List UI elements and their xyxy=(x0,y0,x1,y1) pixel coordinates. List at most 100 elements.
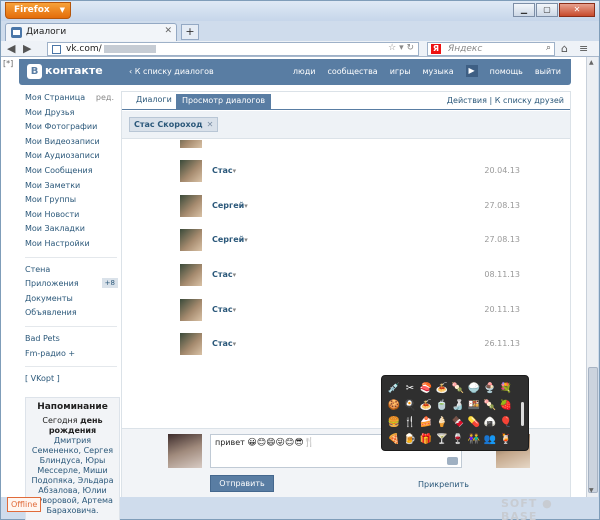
nav-people[interactable]: люди xyxy=(293,67,316,77)
emoji-option[interactable]: 🍹 xyxy=(498,431,514,448)
emoji-option[interactable]: 🍙 xyxy=(482,414,498,431)
list-item[interactable]: Стас▾ 20.11.13 xyxy=(180,299,520,327)
search-field[interactable]: Я Яндекс ⌕ xyxy=(427,42,555,56)
sidebar-item-wall[interactable]: Стена xyxy=(25,265,120,280)
sidebar-item-messages[interactable]: Мои Сообщения xyxy=(25,166,120,181)
emoji-option[interactable]: 🍝 xyxy=(434,380,450,397)
nav-games[interactable]: игры xyxy=(390,67,411,77)
sidebar-item-notes[interactable]: Мои Заметки xyxy=(25,181,120,196)
sidebar-item-ads[interactable]: Объявления xyxy=(25,308,120,323)
bookmark-star-icon[interactable]: ☆ ▾ ↻ xyxy=(388,43,414,53)
emoji-option[interactable]: 🍕 xyxy=(386,431,402,448)
page-scrollbar[interactable]: ▲ ▼ xyxy=(586,57,598,497)
emoji-option[interactable]: 🍰 xyxy=(418,414,434,431)
emoji-option[interactable]: 🎈 xyxy=(498,414,514,431)
scroll-thumb[interactable] xyxy=(588,367,598,493)
emoji-option[interactable]: 🍫 xyxy=(450,414,466,431)
sidebar-item-friends[interactable]: Мои Друзья xyxy=(25,108,120,123)
sidebar-item-news[interactable]: Мои Новости xyxy=(25,210,120,225)
tab-dialogs[interactable]: Диалоги ✕ xyxy=(5,23,177,41)
sidebar-item-vkopt[interactable]: [ VKopt ] xyxy=(25,374,120,389)
emoji-option[interactable]: 🍪 xyxy=(386,397,402,414)
emoji-option[interactable]: 💐 xyxy=(498,380,514,397)
emoji-option[interactable]: 🍡 xyxy=(450,380,466,397)
emoji-option[interactable]: 🍚 xyxy=(466,380,482,397)
home-icon[interactable]: ⌂ xyxy=(561,42,568,55)
emoji-option[interactable]: 🍵 xyxy=(434,397,450,414)
emoji-option[interactable]: 🍸 xyxy=(434,431,450,448)
sidebar-item-bad-pets[interactable]: Bad Pets xyxy=(25,334,120,349)
sidebar-item-apps[interactable]: Приложения +8 xyxy=(25,278,120,294)
friends-list-link[interactable]: К списку друзей xyxy=(495,96,564,105)
emoji-option[interactable]: 👥 xyxy=(482,431,498,448)
camera-icon[interactable] xyxy=(447,457,458,465)
actions-link[interactable]: Действия xyxy=(447,96,487,105)
emoji-option[interactable]: 🍔 xyxy=(386,414,402,431)
avatar[interactable] xyxy=(180,140,202,148)
scroll-down-icon[interactable]: ▼ xyxy=(589,487,594,494)
emoji-option[interactable]: 🍡 xyxy=(482,397,498,414)
scroll-up-icon[interactable]: ▲ xyxy=(589,59,594,66)
sidebar-item-fm-radio[interactable]: Fm-радио + xyxy=(25,349,120,364)
tab-view-dialogs[interactable]: Просмотр диалогов xyxy=(176,94,272,109)
list-item[interactable]: Стас▾ 26.11.13 xyxy=(180,333,520,361)
emoji-option[interactable]: 🍺 xyxy=(402,431,418,448)
list-item[interactable]: Стас▾ 20.04.13 xyxy=(180,160,520,188)
avatar[interactable] xyxy=(180,195,202,217)
list-item[interactable]: Сергей▾ 27.08.13 xyxy=(180,229,520,257)
new-tab-button[interactable]: + xyxy=(181,24,199,40)
sidebar-item-bookmarks[interactable]: Мои Закладки xyxy=(25,224,120,239)
sidebar-item-my-page[interactable]: Моя Страница ред. xyxy=(25,93,120,108)
search-icon[interactable]: ⌕ xyxy=(546,43,551,53)
url-bar[interactable]: vk.com/ ☆ ▾ ↻ xyxy=(47,42,419,56)
list-item[interactable] xyxy=(180,140,520,154)
avatar[interactable] xyxy=(180,264,202,286)
sidebar-item-documents[interactable]: Документы xyxy=(25,294,120,309)
tab-close-icon[interactable]: ✕ xyxy=(164,26,172,36)
emoji-option[interactable]: 🍝 xyxy=(418,397,434,414)
emoji-option[interactable]: ✂ xyxy=(402,380,418,397)
forward-arrow-icon[interactable]: ▶ xyxy=(23,42,31,55)
tab-dialogs[interactable]: Диалоги xyxy=(136,95,172,104)
sidebar-item-settings[interactable]: Мои Настройки xyxy=(25,239,120,254)
avatar[interactable] xyxy=(180,160,202,182)
recipient-chip[interactable]: Стас Скороход ✕ xyxy=(129,117,219,132)
nav-communities[interactable]: сообщества xyxy=(327,67,377,77)
avatar[interactable] xyxy=(180,229,202,251)
minimize-button[interactable]: ▁ xyxy=(513,3,535,17)
picker-scrollbar[interactable] xyxy=(521,402,524,426)
nav-music[interactable]: музыка xyxy=(423,67,454,77)
list-item[interactable]: Стас▾ 08.11.13 xyxy=(180,264,520,292)
emoji-option[interactable]: 🍷 xyxy=(450,431,466,448)
remove-icon[interactable]: ✕ xyxy=(207,120,214,129)
avatar[interactable] xyxy=(180,333,202,355)
emoji-option[interactable]: 🍨 xyxy=(482,380,498,397)
emoji-option[interactable]: 💊 xyxy=(466,414,482,431)
avatar[interactable] xyxy=(180,299,202,321)
attach-link[interactable]: Прикрепить xyxy=(418,480,469,489)
nav-logout[interactable]: выйти xyxy=(535,67,561,77)
emoji-option[interactable]: 🍱 xyxy=(466,397,482,414)
edit-link[interactable]: ред. xyxy=(96,93,114,102)
sidebar-item-groups[interactable]: Мои Группы xyxy=(25,195,120,210)
emoji-option[interactable]: 🍣 xyxy=(418,380,434,397)
avatar[interactable] xyxy=(168,434,202,468)
firefox-menu-button[interactable]: Firefox ▼ xyxy=(5,2,71,19)
sidebar-item-videos[interactable]: Мои Видеозаписи xyxy=(25,137,120,152)
emoji-option[interactable]: 🍦 xyxy=(434,414,450,431)
play-icon[interactable]: ▶ xyxy=(465,65,478,77)
close-button[interactable]: ✕ xyxy=(559,3,595,17)
back-arrow-icon[interactable]: ◀ xyxy=(7,42,15,55)
nav-help[interactable]: помощь xyxy=(490,67,523,77)
sidebar-item-audio[interactable]: Мои Аудиозаписи xyxy=(25,151,120,166)
emoji-option[interactable]: 🍴 xyxy=(402,414,418,431)
emoji-option[interactable]: 🍳 xyxy=(402,397,418,414)
emoji-option[interactable]: 🍶 xyxy=(450,397,466,414)
emoji-option[interactable]: 👫 xyxy=(466,431,482,448)
emoji-option[interactable]: 🍓 xyxy=(498,397,514,414)
birthday-names[interactable]: Дмитрия Семененко, Сергея Блиндуса, Юры … xyxy=(31,436,113,515)
vk-logo[interactable]: Вконтакте xyxy=(27,64,103,79)
send-button[interactable]: Отправить xyxy=(210,475,274,492)
back-to-dialogs-link[interactable]: ‹ К списку диалогов xyxy=(129,67,214,76)
emoji-option[interactable]: 🎁 xyxy=(418,431,434,448)
